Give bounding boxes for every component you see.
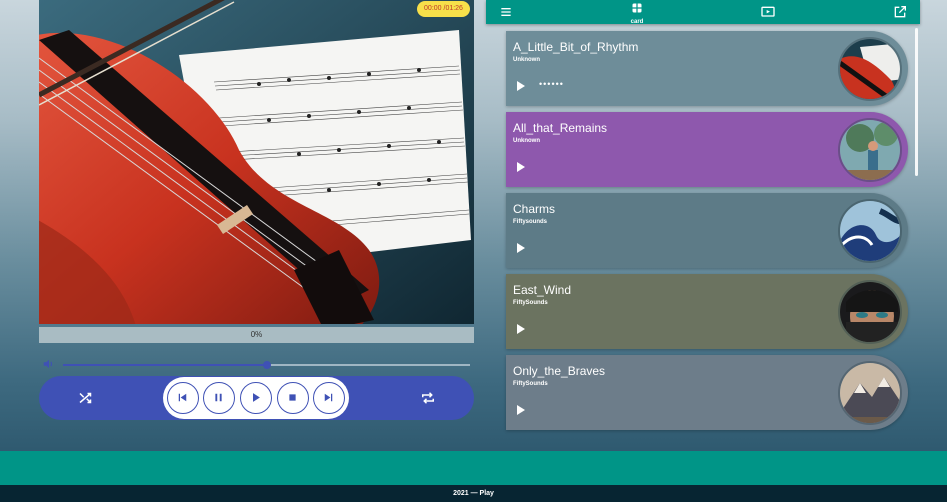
card-view-label: card bbox=[630, 19, 644, 25]
transport-buttons bbox=[163, 377, 349, 419]
skip-next-icon bbox=[324, 393, 333, 402]
track-thumbnail bbox=[838, 280, 902, 344]
play-icon[interactable] bbox=[516, 243, 526, 253]
progress-bar[interactable]: 0% bbox=[39, 327, 474, 343]
play-icon[interactable] bbox=[516, 162, 526, 172]
volume-fill bbox=[63, 364, 267, 366]
pause-button[interactable] bbox=[203, 382, 235, 414]
previous-button[interactable] bbox=[167, 382, 199, 414]
track-artist: Unknown bbox=[513, 138, 540, 144]
track-artist: FiftySounds bbox=[513, 381, 548, 387]
track-title: East_Wind bbox=[513, 283, 572, 297]
stop-icon bbox=[289, 394, 296, 401]
track-artist: Unknown bbox=[513, 57, 540, 63]
list-scrollbar[interactable] bbox=[915, 28, 918, 176]
violin-sheet-music-artwork bbox=[39, 0, 474, 324]
track-thumbnail bbox=[838, 199, 902, 263]
track-thumbnail bbox=[838, 37, 902, 101]
violin-thumbnail bbox=[840, 39, 900, 99]
shuffle-icon[interactable] bbox=[77, 389, 95, 407]
loading-indicator: •••••• bbox=[539, 79, 564, 89]
card-view-button[interactable]: card bbox=[628, 1, 646, 25]
play-button[interactable] bbox=[240, 382, 272, 414]
track-thumbnail bbox=[838, 361, 902, 425]
card-view-icon bbox=[632, 3, 642, 13]
track-card[interactable]: Only_the_Braves FiftySounds bbox=[506, 355, 908, 430]
stop-button[interactable] bbox=[277, 382, 309, 414]
track-artist: Fiftysounds bbox=[513, 219, 547, 225]
footer: 2021 — Play bbox=[0, 485, 947, 502]
track-card[interactable]: East_Wind FiftySounds bbox=[506, 274, 908, 349]
pause-icon bbox=[215, 393, 222, 402]
track-card[interactable]: A_Little_Bit_of_Rhythm Unknown •••••• bbox=[506, 31, 908, 106]
volume-control bbox=[39, 355, 474, 373]
progress-label: 0% bbox=[250, 330, 263, 339]
play-icon[interactable] bbox=[516, 405, 526, 415]
wave-thumbnail bbox=[840, 201, 900, 261]
volume-slider[interactable] bbox=[63, 361, 470, 369]
track-artist: FiftySounds bbox=[513, 300, 548, 306]
time-display: 00:00 /01:26 bbox=[417, 1, 470, 17]
album-artwork: 00:00 /01:26 bbox=[39, 0, 474, 324]
track-title: Charms bbox=[513, 202, 556, 216]
play-icon[interactable] bbox=[516, 81, 526, 91]
top-toolbar: card bbox=[486, 0, 920, 25]
player-controls bbox=[39, 376, 474, 420]
menu-icon[interactable] bbox=[498, 4, 514, 20]
next-button[interactable] bbox=[313, 382, 345, 414]
open-external-icon[interactable] bbox=[892, 4, 908, 20]
footer-band bbox=[0, 451, 947, 485]
track-title: A_Little_Bit_of_Rhythm bbox=[513, 40, 639, 54]
skip-previous-icon bbox=[178, 393, 187, 402]
mountain-thumbnail bbox=[840, 363, 900, 423]
video-icon[interactable] bbox=[760, 4, 776, 20]
volume-icon[interactable] bbox=[42, 357, 56, 371]
face-eyes-thumbnail bbox=[840, 282, 900, 342]
girl-tree-thumbnail bbox=[840, 120, 900, 180]
track-card[interactable]: All_that_Remains Unknown bbox=[506, 112, 908, 187]
track-thumbnail bbox=[838, 118, 902, 182]
play-icon bbox=[253, 393, 260, 402]
footer-text: 2021 — Play bbox=[453, 490, 494, 497]
track-card[interactable]: Charms Fiftysounds bbox=[506, 193, 908, 268]
track-title: Only_the_Braves bbox=[513, 364, 606, 378]
volume-knob[interactable] bbox=[262, 361, 271, 369]
play-icon[interactable] bbox=[516, 324, 526, 334]
repeat-icon[interactable] bbox=[419, 389, 437, 407]
track-title: All_that_Remains bbox=[513, 121, 608, 135]
